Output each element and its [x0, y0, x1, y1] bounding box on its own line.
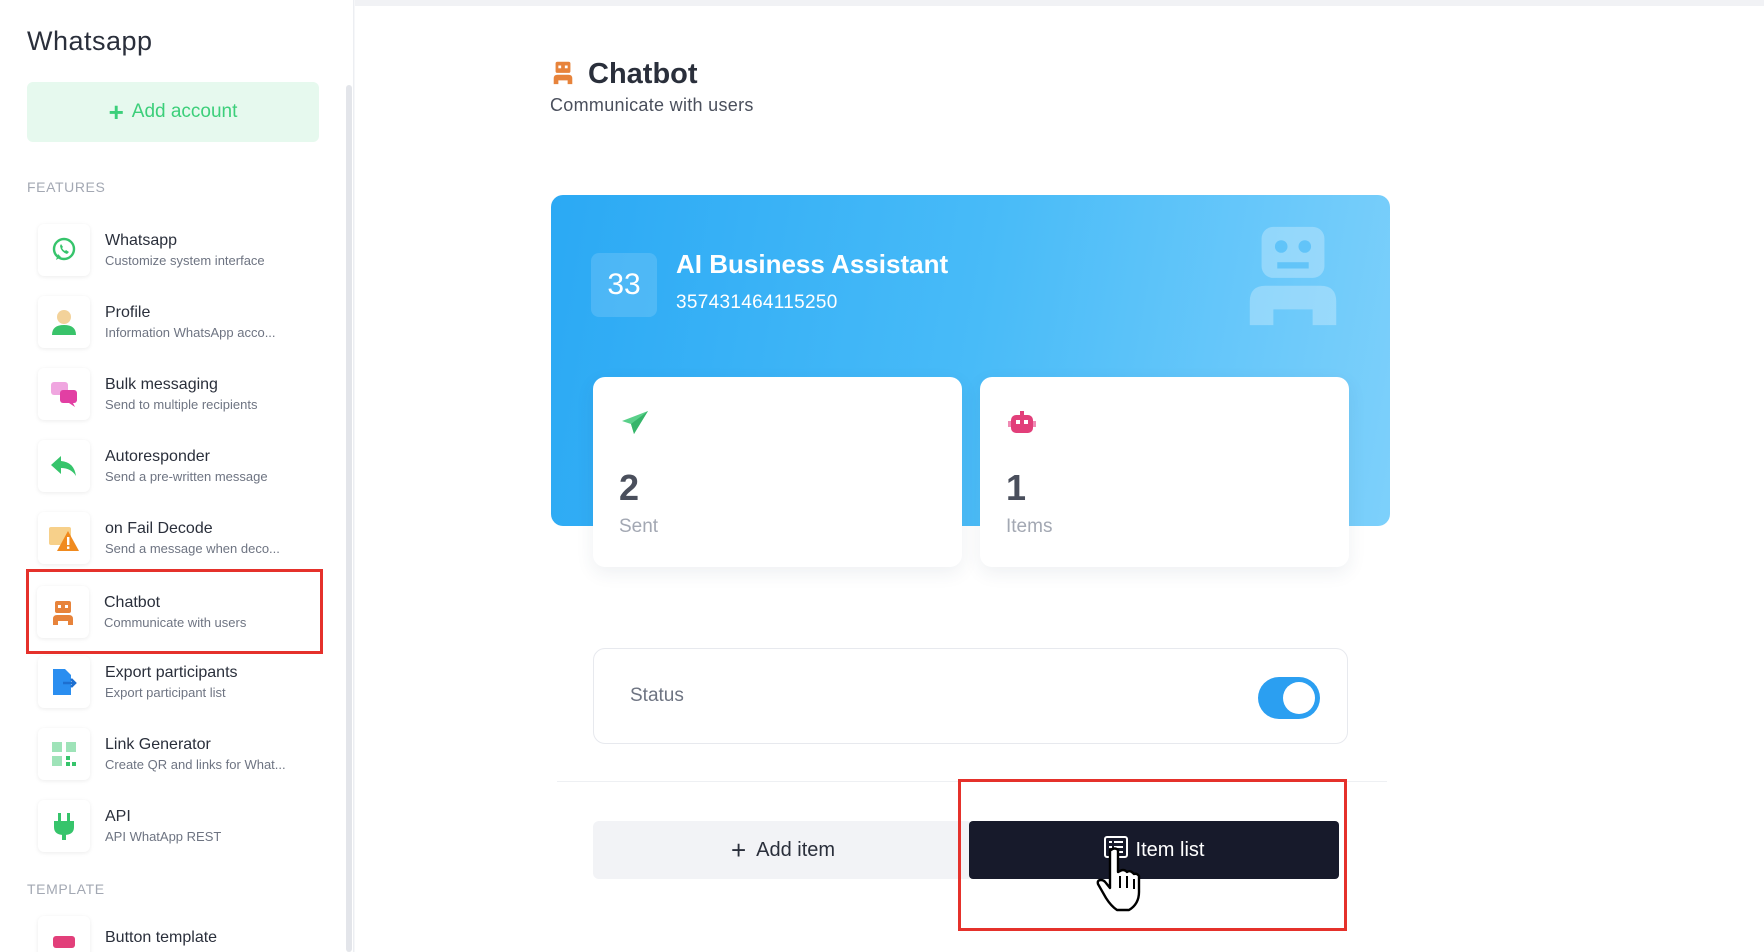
sidebar-item-desc: Send a pre-written message — [105, 469, 268, 484]
sidebar-item-desc: Send to multiple recipients — [105, 397, 258, 412]
page-subtitle: Communicate with users — [550, 95, 754, 115]
sidebar-item-link-generator[interactable]: Link Generator Create QR and links for W… — [30, 719, 320, 789]
page-title: Chatbot — [588, 58, 698, 90]
sidebar-item-label: on Fail Decode — [105, 520, 213, 537]
plus-icon: + — [730, 835, 747, 865]
add-item-button[interactable]: + Add item — [593, 821, 973, 879]
sidebar-item-label: API — [105, 808, 131, 825]
sidebar-item-label: Link Generator — [105, 736, 211, 753]
sidebar-item-chatbot[interactable]: Chatbot Communicate with users — [26, 569, 323, 654]
status-toggle[interactable] — [1258, 677, 1320, 719]
page-header: Chatbot Communicate with users — [550, 58, 754, 116]
plug-icon — [38, 800, 90, 852]
sidebar-item-label: Button template — [105, 929, 218, 946]
account-name: AI Business Assistant — [676, 249, 949, 279]
reply-icon — [38, 440, 90, 492]
sidebar-item-export-participants[interactable]: Export participants Export participant l… — [30, 647, 320, 717]
sidebar-item-label: Autoresponder — [105, 448, 210, 465]
sidebar-item-autoresponder[interactable]: Autoresponder Send a pre-written message — [30, 431, 320, 501]
sidebar-item-desc: Information WhatsApp acco... — [105, 325, 276, 340]
export-icon — [38, 656, 90, 708]
status-label: Status — [630, 685, 684, 706]
whatsapp-icon — [38, 224, 90, 276]
account-phone: 357431464115250 — [676, 292, 838, 313]
section-label-features: FEATURES — [27, 179, 106, 195]
toggle-knob — [1283, 682, 1315, 714]
paper-plane-icon — [620, 409, 650, 442]
sidebar-item-desc: Customize system interface — [105, 253, 265, 268]
stat-value: 2 — [619, 467, 640, 508]
add-item-label: Add item — [756, 838, 836, 861]
sidebar-item-desc: Communicate with users — [104, 614, 247, 630]
sidebar-item-label: Bulk messaging — [105, 376, 218, 393]
sidebar-item-profile[interactable]: Profile Information WhatsApp acco... — [30, 287, 320, 357]
stat-card-items: 1 Items — [980, 377, 1349, 567]
sidebar-item-label: Export participants — [105, 664, 238, 681]
chat-bubbles-icon — [38, 368, 90, 420]
sidebar-item-label: Chatbot — [104, 593, 161, 611]
sidebar: Whatsapp + Add account FEATURES Whatsapp… — [0, 0, 354, 952]
sidebar-item-desc: API WhatApp REST — [105, 829, 222, 844]
main-content: Chatbot Communicate with users 33 AI Bus… — [355, 0, 1764, 952]
sidebar-item-on-fail-decode[interactable]: on Fail Decode Send a message when deco.… — [30, 503, 320, 573]
sidebar-scrollbar[interactable] — [346, 85, 352, 952]
highlight-annotation — [958, 779, 1347, 931]
app-title: Whatsapp — [27, 26, 153, 56]
status-row: Status — [593, 648, 1348, 744]
account-badge: 33 — [591, 253, 657, 317]
sidebar-item-label: Profile — [105, 304, 151, 321]
stat-value: 1 — [1006, 467, 1027, 508]
sidebar-item-label: Whatsapp — [105, 232, 178, 249]
add-account-label: Add account — [131, 101, 238, 122]
qr-icon — [38, 728, 90, 780]
section-label-template: TEMPLATE — [27, 881, 105, 897]
button-template-icon — [38, 916, 90, 952]
sidebar-item-button-template[interactable]: Button template — [30, 907, 320, 952]
robot-icon — [550, 58, 576, 91]
sidebar-item-desc: Send a message when deco... — [105, 541, 280, 556]
sidebar-item-whatsapp[interactable]: Whatsapp Customize system interface — [30, 215, 320, 285]
robot-icon — [37, 585, 89, 638]
sidebar-item-bulk-messaging[interactable]: Bulk messaging Send to multiple recipien… — [30, 359, 320, 429]
sidebar-item-desc: Create QR and links for What... — [105, 757, 286, 772]
top-band — [355, 0, 1764, 6]
stat-card-sent: 2 Sent — [593, 377, 962, 567]
stat-label: Sent — [619, 516, 659, 537]
warning-icon — [38, 512, 90, 564]
robot-watermark-icon — [1238, 219, 1348, 334]
profile-icon — [38, 296, 90, 348]
stat-label: Items — [1006, 516, 1053, 537]
robot-icon — [1007, 409, 1037, 442]
sidebar-item-desc: Export participant list — [105, 685, 226, 700]
plus-icon: + — [108, 97, 124, 127]
hand-cursor-icon — [1095, 846, 1147, 917]
add-account-button[interactable]: + Add account — [27, 82, 319, 142]
sidebar-item-api[interactable]: API API WhatApp REST — [30, 791, 320, 861]
